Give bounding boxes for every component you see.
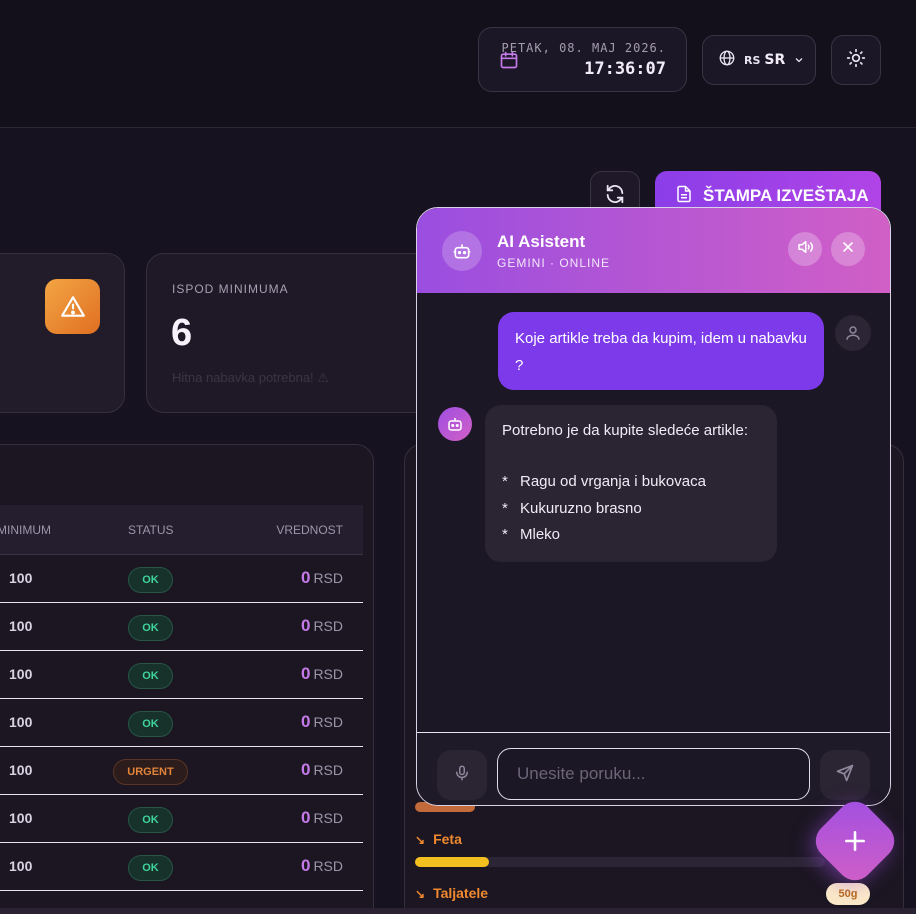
warning-icon bbox=[45, 279, 100, 334]
sun-icon bbox=[846, 48, 866, 72]
status-badge: OK bbox=[128, 855, 173, 881]
stat-value: 6 bbox=[171, 312, 193, 354]
stat-label: ISPOD MINIMUMA bbox=[172, 282, 289, 296]
quantity-badge: 50g bbox=[826, 883, 870, 905]
top-bar: PETAK, 08. MAJ 2026. 17:36:07 RS SR bbox=[0, 0, 916, 128]
cell-value: 0 RSD bbox=[300, 808, 343, 827]
date-text: PETAK, 08. MAJ 2026. bbox=[501, 41, 666, 55]
trend-down-icon: ↘ bbox=[415, 887, 426, 901]
bot-message: Potrebno je da kupite sledeće artikle: *… bbox=[485, 405, 777, 562]
robot-icon bbox=[438, 407, 472, 441]
chat-header: AI Asistent GEMINI · ONLINE bbox=[417, 208, 890, 293]
progress-fill bbox=[415, 857, 489, 867]
chevron-down-icon bbox=[793, 51, 805, 70]
status-badge: OK bbox=[128, 711, 173, 737]
cell-minimum: 100 bbox=[9, 858, 33, 874]
chat-title: AI Asistent bbox=[497, 232, 586, 251]
chat-message-input[interactable] bbox=[497, 748, 810, 800]
document-icon bbox=[675, 184, 693, 209]
trend-down-icon: ↘ bbox=[415, 833, 426, 847]
stat-subtext: Hitna nabavka potrebna! ⚠ bbox=[172, 370, 329, 385]
send-icon bbox=[835, 763, 855, 787]
table-row[interactable]: 100 OK 0 RSD bbox=[0, 795, 363, 843]
table-header: MINIMUM STATUS VREDNOST bbox=[0, 505, 363, 555]
column-header-status[interactable]: STATUS bbox=[128, 523, 174, 537]
cell-minimum: 100 bbox=[9, 714, 33, 730]
cell-value: 0 RSD bbox=[300, 568, 343, 587]
user-icon bbox=[835, 315, 871, 351]
cell-value: 0 RSD bbox=[300, 664, 343, 683]
time-text: 17:36:07 bbox=[584, 59, 666, 79]
product-item-feta[interactable]: ↘ Feta bbox=[415, 831, 462, 847]
cell-minimum: 100 bbox=[9, 666, 33, 682]
print-report-label: ŠTAMPA IZVEŠTAJA bbox=[703, 186, 869, 205]
language-selector[interactable]: RS SR bbox=[702, 35, 816, 85]
table-row[interactable]: 100 URGENT 0 RSD bbox=[0, 747, 363, 795]
bot-message-intro: Potrebno je da kupite sledeće artikle: bbox=[502, 422, 748, 439]
user-message: Koje artikle treba da kupim, idem u naba… bbox=[498, 312, 824, 390]
cell-minimum: 100 bbox=[9, 810, 33, 826]
table-row[interactable]: 100 OK 0 RSD bbox=[0, 603, 363, 651]
cell-value: 0 RSD bbox=[300, 760, 343, 779]
globe-icon bbox=[718, 49, 736, 71]
table-row[interactable]: 100 OK 0 RSD bbox=[0, 651, 363, 699]
speaker-icon bbox=[796, 238, 814, 260]
date-time-widget: PETAK, 08. MAJ 2026. 17:36:07 bbox=[478, 27, 687, 92]
robot-icon bbox=[442, 231, 482, 271]
chat-status: GEMINI · ONLINE bbox=[497, 256, 611, 270]
bottom-strip bbox=[0, 908, 916, 914]
product-name: Feta bbox=[433, 831, 462, 847]
cell-minimum: 100 bbox=[9, 618, 33, 634]
language-flag: RS bbox=[744, 53, 761, 67]
microphone-button[interactable] bbox=[437, 750, 487, 800]
status-badge: OK bbox=[128, 615, 173, 641]
table-row[interactable]: 100 OK 0 RSD bbox=[0, 699, 363, 747]
stat-card-below-minimum: ISPOD MINIMUMA 6 Hitna nabavka potrebna!… bbox=[146, 253, 446, 413]
send-button[interactable] bbox=[820, 750, 870, 800]
ai-chat-panel: AI Asistent GEMINI · ONLINE Koje artikle… bbox=[416, 207, 891, 806]
chat-input-bar bbox=[417, 732, 890, 805]
close-chat-button[interactable] bbox=[831, 232, 865, 266]
status-badge: OK bbox=[128, 663, 173, 689]
status-badge: OK bbox=[128, 567, 173, 593]
close-icon bbox=[840, 239, 856, 259]
cell-value: 0 RSD bbox=[300, 856, 343, 875]
cell-minimum: 100 bbox=[9, 570, 33, 586]
bot-list-item: * Mleko bbox=[502, 526, 561, 543]
table-row[interactable]: 100 OK 0 RSD bbox=[0, 555, 363, 603]
bot-list-item: * Kukuruzno brasno bbox=[502, 499, 642, 517]
bot-list-item: * Ragu od vrganja i bukovaca bbox=[502, 473, 706, 490]
speaker-button[interactable] bbox=[788, 232, 822, 266]
cell-value: 0 RSD bbox=[300, 712, 343, 731]
product-name: Taljatele bbox=[433, 885, 489, 901]
status-badge: OK bbox=[128, 807, 173, 833]
microphone-icon bbox=[453, 763, 471, 787]
product-item-taljatele[interactable]: ↘ Taljatele bbox=[415, 885, 488, 901]
column-header-value[interactable]: VREDNOST bbox=[276, 523, 343, 537]
theme-toggle-button[interactable] bbox=[831, 35, 881, 85]
cell-minimum: 100 bbox=[9, 762, 33, 778]
refresh-icon bbox=[604, 183, 626, 209]
column-header-minimum[interactable]: MINIMUM bbox=[0, 523, 51, 537]
table-row[interactable]: 100 OK 0 RSD bbox=[0, 843, 363, 891]
cell-value: 0 RSD bbox=[300, 616, 343, 635]
progress-bar bbox=[415, 857, 825, 867]
plus-icon[interactable] bbox=[822, 808, 888, 874]
language-code: SR bbox=[764, 52, 786, 68]
status-badge: URGENT bbox=[113, 759, 188, 785]
